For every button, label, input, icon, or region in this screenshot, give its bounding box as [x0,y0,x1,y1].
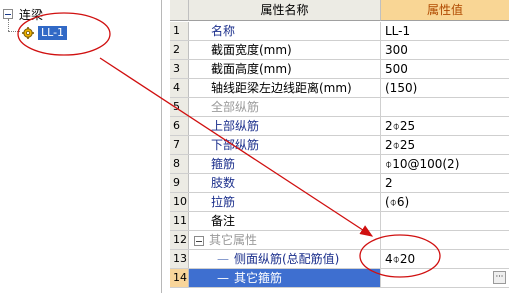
row-number: 10 [170,193,189,211]
tree-connector [8,31,20,32]
row-number: 8 [170,155,189,173]
property-value[interactable] [381,212,509,230]
table-row-group[interactable]: 12 其它属性 [170,231,509,250]
property-name: 肢数 [189,174,381,192]
property-value[interactable]: LL-1 [381,22,509,40]
table-row[interactable]: 13 — 侧面纵筋(总配筋值) 4⌽20 [170,250,509,269]
tree-root[interactable]: 连梁 [3,7,44,22]
table-row[interactable]: 3 截面高度(mm) 500 [170,60,509,79]
property-name: 截面高度(mm) [189,60,381,78]
property-name: 箍筋 [189,155,381,173]
property-value[interactable]: ··· [381,269,509,287]
property-value [381,231,509,249]
table-row[interactable]: 6 上部纵筋 2⌽25 [170,117,509,136]
ellipsis-button[interactable]: ··· [493,271,506,284]
row-number: 9 [170,174,189,192]
table-row[interactable]: 2 截面宽度(mm) 300 [170,41,509,60]
property-name: 名称 [189,22,381,40]
property-name: 全部纵筋 [189,98,381,116]
group-label: 其它属性 [209,233,258,247]
collapse-icon[interactable] [3,9,13,19]
tree-root-label: 连梁 [19,7,44,22]
table-row[interactable]: 10 拉筋 (⌽6) [170,193,509,212]
component-icon [22,26,34,39]
property-group-header[interactable]: 其它属性 [189,231,381,249]
table-row[interactable]: 5 全部纵筋 [170,98,509,117]
table-row[interactable]: 4 轴线距梁左边线距离(mm) (150) [170,79,509,98]
row-number: 14 [170,269,189,287]
row-number: 12 [170,231,189,249]
table-row[interactable]: 1 名称 LL-1 [170,22,509,41]
property-value[interactable]: 500 [381,60,509,78]
property-name: — 其它箍筋 [189,269,381,287]
row-number: 7 [170,136,189,154]
row-number: 2 [170,41,189,59]
property-value[interactable]: 2⌽25 [381,136,509,154]
header-property-value: 属性值 [381,0,509,21]
table-row-selected[interactable]: 14 — 其它箍筋 ··· [170,269,509,288]
property-name: 拉筋 [189,193,381,211]
tree-panel: 连梁 LL-1 [0,0,162,293]
table-row[interactable]: 7 下部纵筋 2⌽25 [170,136,509,155]
property-name: 截面宽度(mm) [189,41,381,59]
row-number: 5 [170,98,189,116]
row-number: 1 [170,22,189,40]
property-value[interactable]: (⌽6) [381,193,509,211]
header-row-number [170,0,189,21]
property-name: 下部纵筋 [189,136,381,154]
property-value[interactable]: (150) [381,79,509,97]
table-row[interactable]: 11 备注 [170,212,509,231]
property-value[interactable]: ⌽10@100(2) [381,155,509,173]
table-row[interactable]: 9 肢数 2 [170,174,509,193]
property-name-label: 其它箍筋 [234,271,283,285]
property-name: 上部纵筋 [189,117,381,135]
property-value[interactable] [381,98,509,116]
property-name: 轴线距梁左边线距离(mm) [189,79,381,97]
property-name: — 侧面纵筋(总配筋值) [189,250,381,268]
property-value[interactable]: 2⌽25 [381,117,509,135]
row-number: 3 [170,60,189,78]
row-number: 4 [170,79,189,97]
table-row[interactable]: 8 箍筋 ⌽10@100(2) [170,155,509,174]
collapse-icon[interactable] [194,235,204,246]
row-number: 11 [170,212,189,230]
row-number: 13 [170,250,189,268]
property-name-label: 侧面纵筋(总配筋值) [234,252,340,266]
property-name: 备注 [189,212,381,230]
property-value[interactable]: 300 [381,41,509,59]
tree-connector [8,19,9,31]
tree-item-ll1[interactable]: LL-1 [22,25,68,40]
property-value[interactable]: 2 [381,174,509,192]
tree-item-label: LL-1 [38,25,68,40]
header-property-name: 属性名称 [189,0,381,21]
row-number: 6 [170,117,189,135]
property-value[interactable]: 4⌽20 [381,250,509,268]
